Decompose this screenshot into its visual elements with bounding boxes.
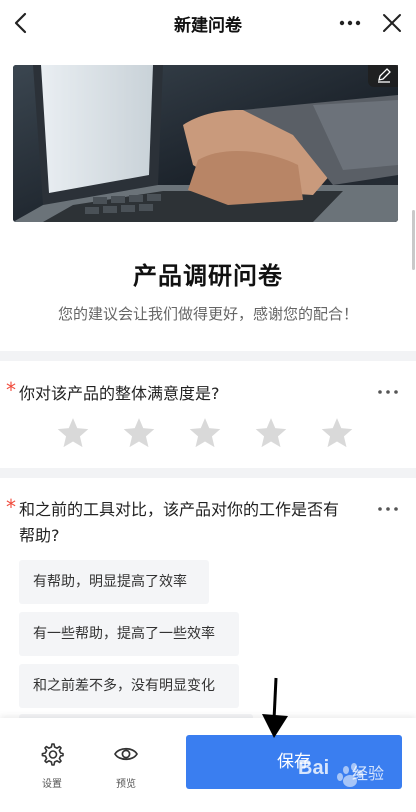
watermark-brand: Bai bbox=[298, 757, 330, 779]
top-bar: 新建问卷 bbox=[0, 0, 416, 46]
more-horizontal-icon[interactable] bbox=[377, 388, 399, 396]
option-2[interactable]: 有一些帮助，提高了一些效率 bbox=[19, 612, 239, 656]
question-1-text[interactable]: 你对该产品的整体满意度是? bbox=[19, 380, 220, 408]
settings-button[interactable]: 设置 bbox=[32, 741, 72, 790]
question-2-text-line2[interactable]: 帮助? bbox=[19, 522, 60, 550]
rating-stars bbox=[56, 416, 366, 452]
option-1[interactable]: 有帮助，明显提高了效率 bbox=[19, 560, 209, 604]
survey-title[interactable]: 产品调研问卷 bbox=[0, 256, 416, 291]
survey-subtitle[interactable]: 您的建议会让我们做得更好，感谢您的配合！ bbox=[0, 303, 416, 324]
eye-icon bbox=[114, 747, 138, 761]
preview-label: 预览 bbox=[116, 779, 136, 790]
watermark-url: jingyan.baidu.com bbox=[324, 792, 398, 801]
more-horizontal-icon[interactable] bbox=[336, 9, 364, 37]
pencil-icon bbox=[378, 68, 391, 83]
scrollbar[interactable] bbox=[412, 210, 415, 270]
watermark-brand-suffix: 经验 bbox=[352, 764, 385, 783]
gear-icon bbox=[41, 743, 64, 766]
star-3-icon[interactable] bbox=[188, 416, 222, 450]
settings-label: 设置 bbox=[42, 779, 62, 790]
question-2-text-line1[interactable]: 和之前的工具对比，该产品对你的工作是否有 bbox=[19, 496, 339, 524]
section-divider bbox=[0, 351, 416, 361]
required-marker: * bbox=[6, 495, 16, 519]
close-icon[interactable] bbox=[378, 9, 406, 37]
star-1-icon[interactable] bbox=[56, 416, 90, 450]
option-3[interactable]: 和之前差不多，没有明显变化 bbox=[19, 664, 239, 708]
section-divider bbox=[0, 468, 416, 478]
edit-banner-button[interactable] bbox=[368, 65, 398, 87]
banner-image bbox=[13, 65, 398, 222]
preview-button[interactable]: 预览 bbox=[106, 741, 146, 790]
more-horizontal-icon[interactable] bbox=[377, 505, 399, 513]
star-5-icon[interactable] bbox=[320, 416, 354, 450]
star-4-icon[interactable] bbox=[254, 416, 288, 450]
star-2-icon[interactable] bbox=[122, 416, 156, 450]
annotation-arrow-icon bbox=[262, 677, 288, 738]
required-marker: * bbox=[6, 378, 16, 402]
